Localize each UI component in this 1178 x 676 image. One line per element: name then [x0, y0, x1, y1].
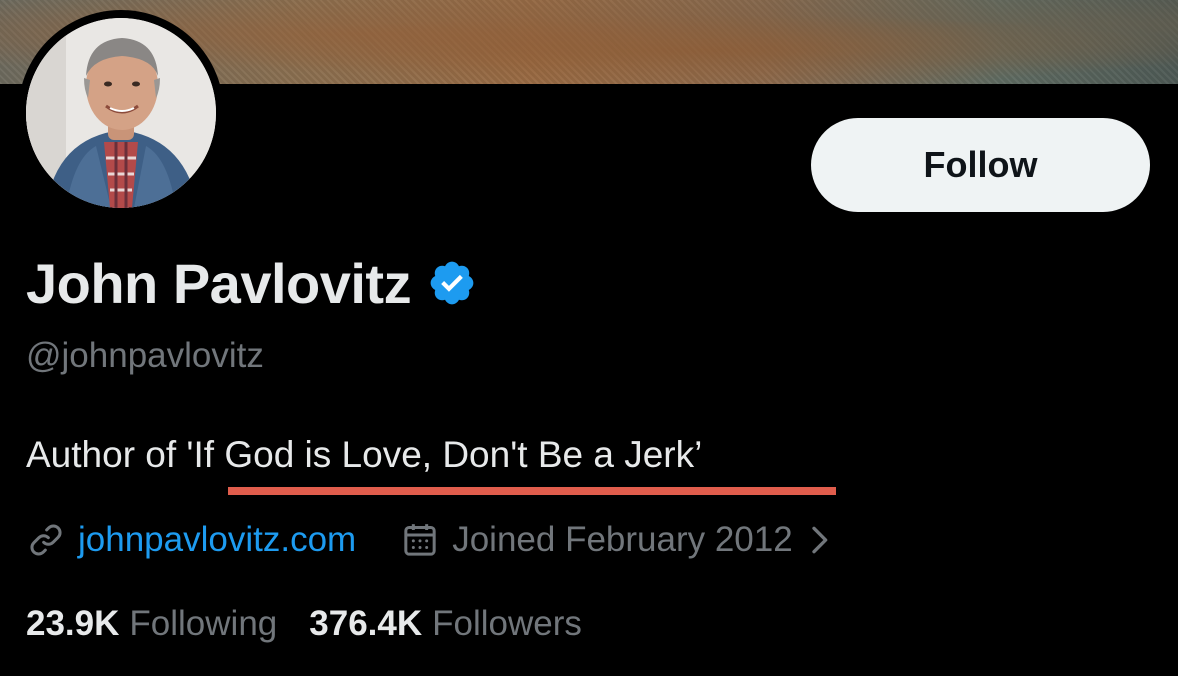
chevron-right-icon: [803, 520, 835, 560]
follow-stats: 23.9K Following 376.4K Followers: [26, 600, 582, 648]
calendar-icon: [400, 520, 440, 560]
following-label: Following: [129, 604, 278, 643]
joined-date[interactable]: Joined February 2012: [400, 520, 835, 560]
user-handle: @johnpavlovitz: [26, 336, 264, 375]
follow-button[interactable]: Follow: [811, 118, 1150, 212]
joined-text: Joined February 2012: [452, 520, 793, 559]
followers-count: 376.4K: [309, 604, 423, 643]
following-count: 23.9K: [26, 604, 120, 643]
followers-stat[interactable]: 376.4K Followers: [309, 604, 582, 644]
display-name: John Pavlovitz: [26, 251, 412, 315]
avatar[interactable]: [26, 18, 216, 208]
profile-bio: Author of 'If God is Love, Don't Be a Je…: [26, 434, 703, 475]
website-link[interactable]: johnpavlovitz.com: [78, 520, 356, 560]
annotation-underline: [228, 487, 836, 495]
followers-label: Followers: [432, 604, 582, 643]
following-stat[interactable]: 23.9K Following: [26, 604, 277, 644]
avatar-photo: [26, 18, 216, 208]
link-icon: [26, 520, 66, 560]
name-row: John Pavlovitz: [26, 248, 477, 318]
profile-page: Follow John Pavlovitz @johnpavlovitz Aut…: [0, 0, 1178, 676]
profile-meta: johnpavlovitz.com Joined February 2012: [26, 516, 835, 564]
verified-badge-icon[interactable]: [427, 258, 477, 308]
